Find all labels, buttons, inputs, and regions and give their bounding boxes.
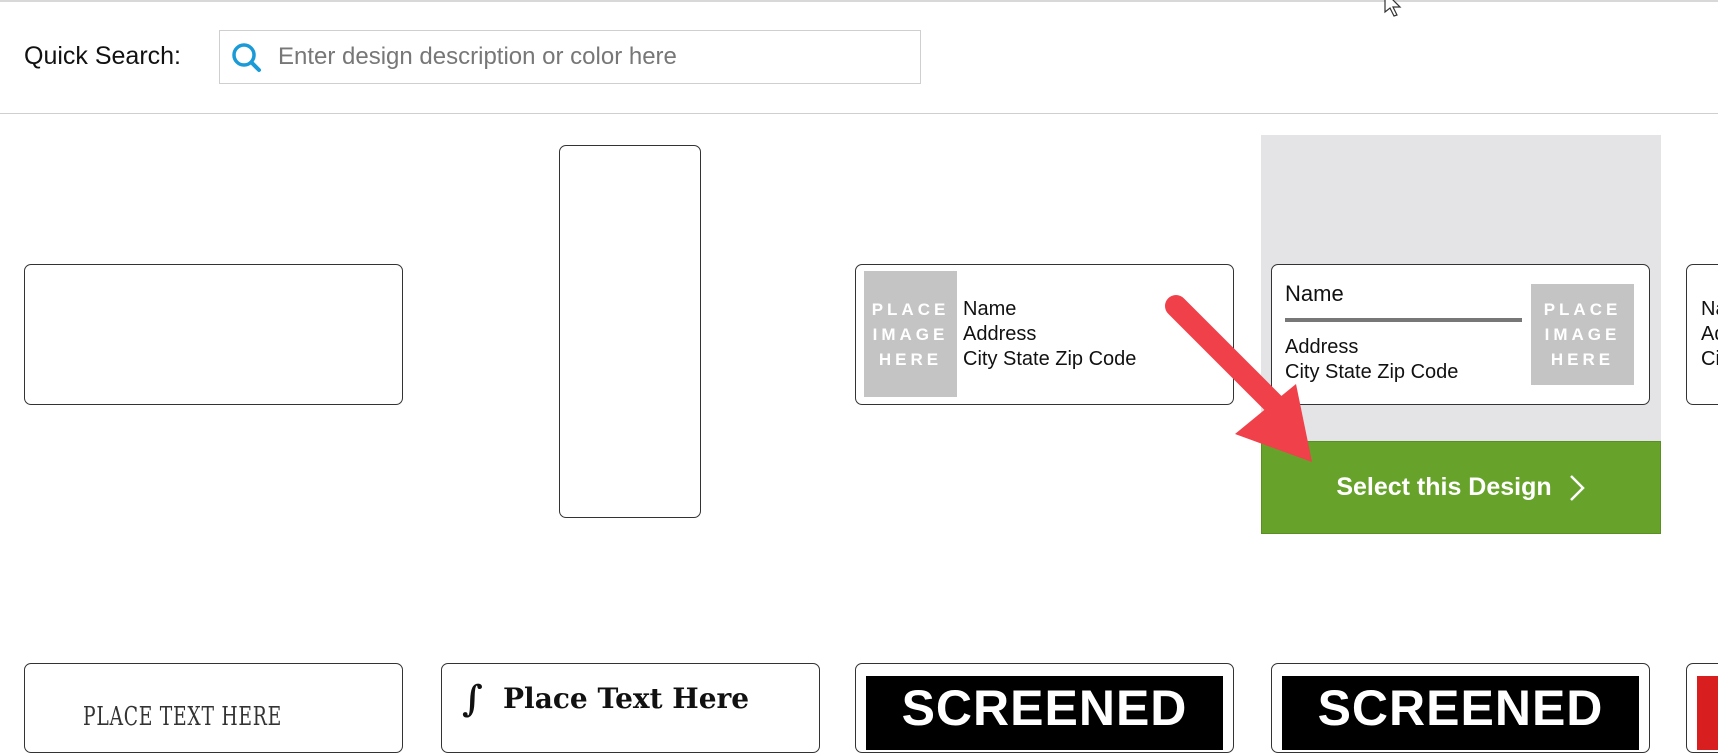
search-box[interactable] [219,30,921,84]
design-text: SCREENED [866,676,1223,750]
quick-search-label: Quick Search: [24,42,182,70]
red-block [1697,676,1718,750]
address-block: Na Ad Ci [1701,298,1718,370]
design-blank-vertical[interactable] [559,145,701,518]
design-text: SCREENED [1282,676,1639,750]
mouse-cursor-icon [1384,0,1402,17]
search-icon [230,41,264,80]
design-partial-right[interactable]: Na Ad Ci [1686,264,1718,405]
curl-glyph: ∫ [462,678,483,720]
design-script-text[interactable]: PLACE TEXT HERE [24,663,403,753]
red-arrow-annotation [1165,295,1312,462]
search-input[interactable] [278,31,908,83]
select-button-label: Select this Design [1336,473,1552,501]
address-block: Name Address City State Zip Code [963,298,1137,370]
place-image-placeholder: PLACE IMAGE HERE [1531,284,1634,385]
design-screened-2[interactable]: SCREENED [1271,663,1650,753]
quick-search-bar: Quick Search: [0,0,1718,114]
design-bold-serif-text[interactable]: ∫ Place Text Here [441,663,820,753]
design-blank-horizontal[interactable] [24,264,403,405]
design-text: PLACE TEXT HERE [83,702,282,732]
design-text: Place Text Here [503,682,750,715]
design-partial-red[interactable] [1686,663,1718,753]
place-image-placeholder: PLACE IMAGE HERE [864,271,957,397]
design-screened-1[interactable]: SCREENED [855,663,1234,753]
chevron-right-icon [1569,474,1585,501]
